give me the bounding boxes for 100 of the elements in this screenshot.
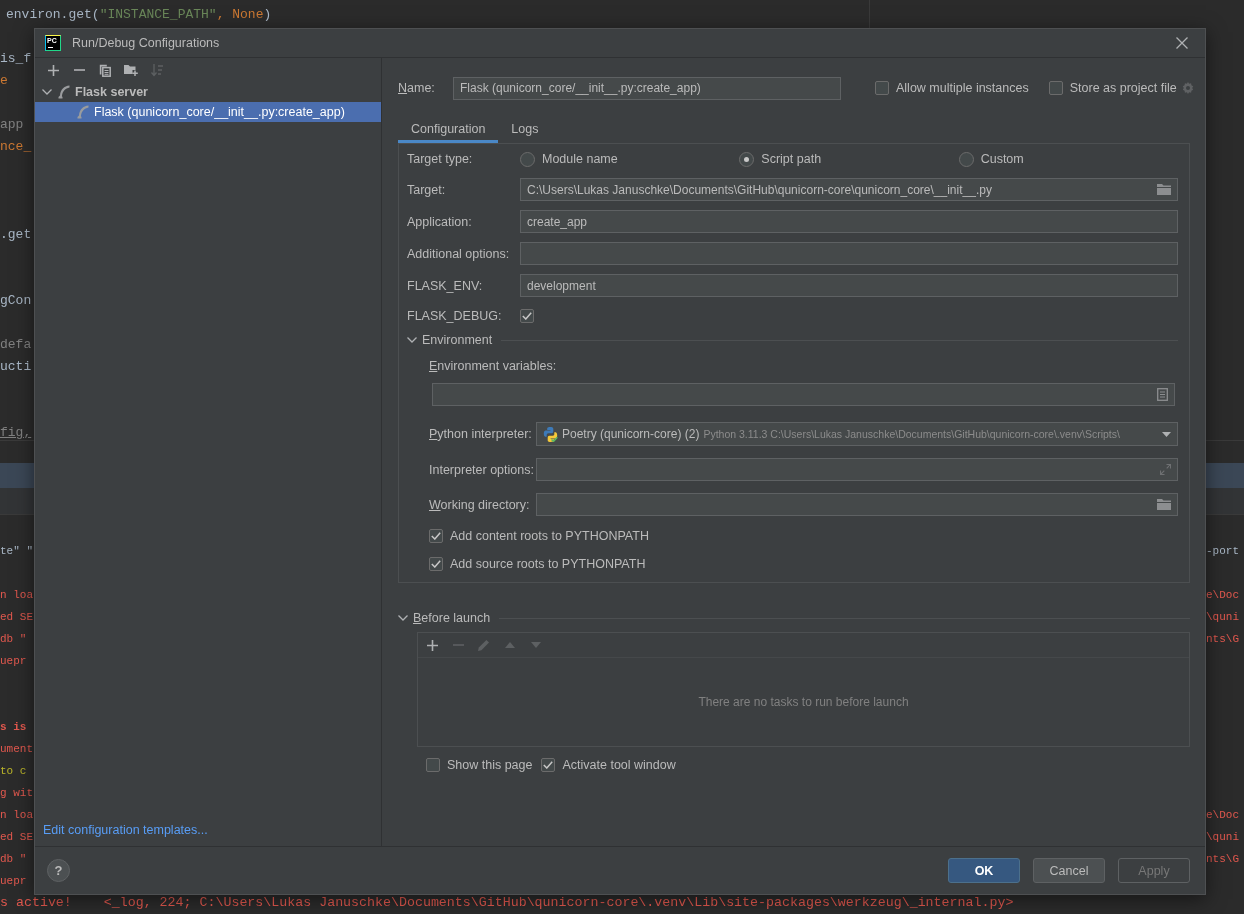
- text-field[interactable]: [536, 493, 1178, 516]
- document-icon[interactable]: [1157, 388, 1168, 401]
- code-fragment: gCon: [0, 293, 32, 308]
- folder-icon[interactable]: [1157, 499, 1171, 510]
- text-field[interactable]: create_app: [520, 210, 1178, 233]
- console-fragment: g wit: [0, 787, 33, 799]
- console-fragment: n loa: [0, 809, 33, 821]
- edit-templates-link[interactable]: Edit configuration templates...: [43, 823, 208, 837]
- checkbox[interactable]: [1048, 81, 1063, 95]
- radio-button[interactable]: [520, 151, 535, 167]
- code-fragment: nce_: [0, 139, 32, 154]
- horn-icon: [58, 85, 70, 99]
- console-fragment: n loa: [0, 589, 33, 601]
- console-fragment: -port: [1206, 545, 1239, 557]
- chevron-down-icon[interactable]: [398, 615, 408, 621]
- dialog-button[interactable]: Cancel: [1033, 858, 1105, 883]
- tree-item[interactable]: Flask server: [35, 82, 381, 102]
- field-label: FLASK_ENV:: [407, 278, 484, 293]
- checkbox[interactable]: [429, 557, 443, 571]
- checkmark-icon: [431, 532, 441, 540]
- tree-item[interactable]: Flask (qunicorn_core/__init__.py:create_app): [35, 102, 381, 122]
- radio-label[interactable]: Module name: [542, 152, 618, 166]
- console-fragment: db ": [0, 633, 27, 645]
- console-fragment: uepr: [0, 875, 27, 887]
- console-fragment: db ": [0, 853, 27, 865]
- field-label: FLASK_DEBUG:: [407, 309, 503, 323]
- gear-icon[interactable]: [1181, 82, 1194, 94]
- radio-label[interactable]: Custom: [980, 152, 1024, 166]
- chevron-down-icon[interactable]: [407, 337, 417, 343]
- code-fragment: is_f: [0, 51, 32, 66]
- checkbox-label[interactable]: Add content roots to PYTHONPATH: [450, 529, 649, 543]
- checkmark-icon: [522, 312, 532, 320]
- close-icon[interactable]: [1176, 37, 1188, 49]
- window-title: Run/Debug Configurations: [72, 36, 220, 50]
- console-fragment: ed SE: [0, 831, 33, 843]
- text-field[interactable]: [536, 458, 1178, 481]
- field-label: Target:: [407, 182, 447, 197]
- console-fragment: uepr: [0, 655, 27, 667]
- caret-icon[interactable]: [1162, 431, 1171, 437]
- interpreter-dropdown[interactable]: Poetry (qunicorn-core) (2) Python 3.11.3 C:\Users\Lukas Januschke\Documents\GitHub\qunicorn-core\.venv\Scripts\: [536, 422, 1178, 446]
- console-fragment: \quni: [1206, 831, 1239, 843]
- console-fragment: nts\G: [1206, 853, 1239, 865]
- checkbox[interactable]: [541, 758, 556, 772]
- checkbox-label[interactable]: Allow multiple instances: [896, 81, 1029, 95]
- code-line: environ.get("INSTANCE_PATH", None): [6, 7, 272, 22]
- field-label: Working directory:: [429, 497, 531, 512]
- console-fragment: e\Doc: [1206, 809, 1239, 821]
- section-title[interactable]: Environment: [422, 333, 493, 347]
- checkbox-label[interactable]: Activate tool window: [562, 758, 676, 772]
- text-field[interactable]: development: [520, 274, 1178, 297]
- console-fragment: s is: [0, 721, 27, 733]
- logo-icon: [543, 426, 558, 442]
- text-field[interactable]: [432, 383, 1175, 406]
- checkbox[interactable]: [520, 309, 534, 323]
- code-fragment: .get: [0, 227, 32, 242]
- folder-plus-icon[interactable]: [124, 64, 138, 76]
- checkbox-label[interactable]: Show this page: [447, 758, 533, 772]
- radio-label[interactable]: Script path: [761, 152, 822, 166]
- checkbox[interactable]: [426, 758, 440, 772]
- console-fragment: e\Doc: [1206, 589, 1239, 601]
- console-fragment: to c: [0, 765, 27, 777]
- field-label: Environment variables:: [429, 359, 557, 373]
- field-label: Python interpreter:: [429, 427, 533, 441]
- copy-icon[interactable]: [99, 63, 111, 77]
- field-label: Additional options:: [407, 246, 511, 261]
- checkbox-label[interactable]: Store as project file: [1069, 81, 1177, 95]
- folder-icon[interactable]: [1157, 184, 1171, 195]
- radio-button[interactable]: [958, 151, 974, 167]
- checkbox[interactable]: [429, 529, 443, 543]
- text-field[interactable]: [520, 242, 1178, 265]
- console-fragment: nts\G: [1206, 633, 1239, 645]
- checkmark-icon: [543, 761, 554, 769]
- chevron-down-icon[interactable]: [42, 89, 52, 95]
- name-field[interactable]: Flask (qunicorn_core/__init__.py:create_app): [453, 76, 841, 100]
- checkbox-label[interactable]: Add source roots to PYTHONPATH: [450, 557, 646, 571]
- code-fragment: ucti: [0, 359, 32, 374]
- expand-icon[interactable]: [1160, 464, 1171, 475]
- horn-icon: [77, 105, 89, 119]
- code-fragment: defa: [0, 337, 32, 352]
- console-fragment: ed SE: [0, 611, 33, 623]
- dialog-button[interactable]: OK: [948, 858, 1020, 883]
- code-fragment: fig,: [0, 425, 32, 440]
- minus-icon[interactable]: [73, 69, 85, 71]
- plus-icon[interactable]: [47, 64, 59, 76]
- checkmark-icon: [431, 560, 441, 568]
- help-button[interactable]: ?: [47, 859, 70, 882]
- code-fragment: app: [0, 117, 24, 132]
- radio-button[interactable]: [739, 151, 755, 167]
- section-title[interactable]: Before launch: [413, 611, 491, 625]
- tab[interactable]: Configuration: [398, 114, 499, 143]
- tab[interactable]: Logs: [498, 114, 552, 143]
- text-field[interactable]: C:\Users\Lukas Januschke\Documents\GitHub\qunicorn-core\qunicorn_core\__init__.py: [520, 178, 1178, 201]
- field-label: Application:: [407, 214, 473, 229]
- field-label: Target type:: [407, 152, 474, 166]
- console-line: s active! <_log, 224; C:\Users\Lukas Januschke\Documents\GitHub\qunicorn-core\.venv\Lib\site-packages\werkzeug\_internal.py>: [0, 895, 1014, 910]
- code-fragment: e: [0, 73, 8, 88]
- checkbox[interactable]: [875, 81, 889, 95]
- console-fragment: \quni: [1206, 611, 1239, 623]
- console-fragment: te" ": [0, 545, 33, 557]
- plus-icon[interactable]: [426, 639, 438, 651]
